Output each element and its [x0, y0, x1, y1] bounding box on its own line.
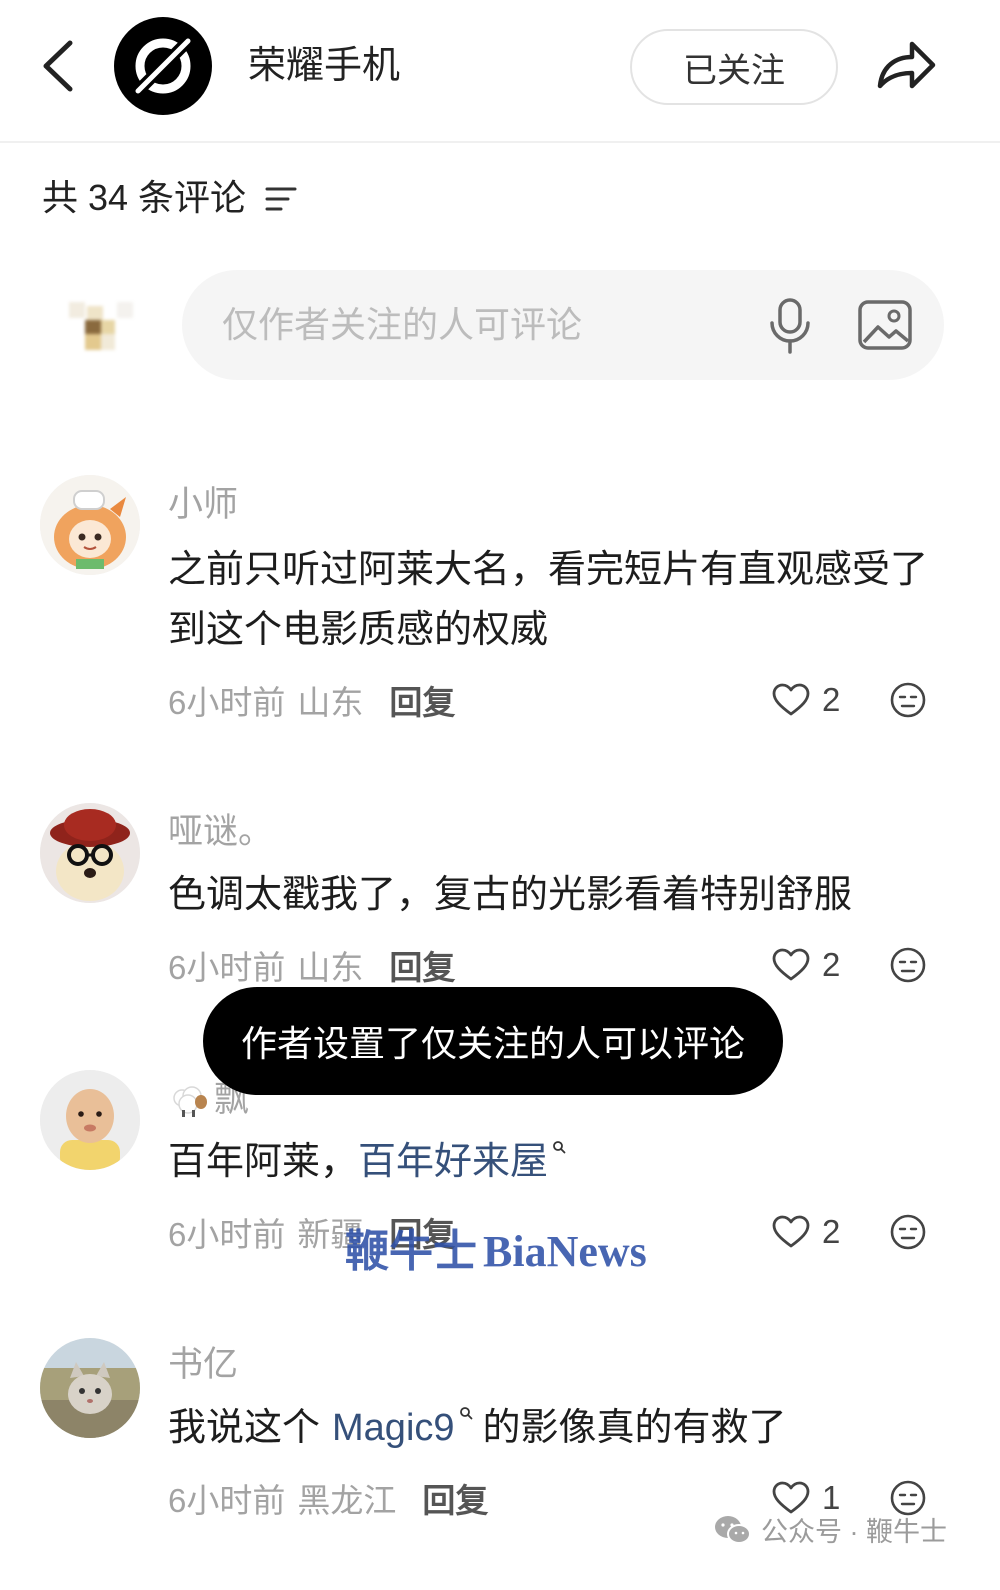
avatar[interactable] — [40, 803, 140, 903]
account-avatar[interactable] — [114, 17, 212, 115]
emoji-face-icon — [889, 1213, 927, 1251]
back-arrow-icon — [38, 38, 78, 94]
share-icon — [874, 36, 938, 94]
comment-location: 黑龙江 — [297, 1482, 397, 1519]
comment-item: 小师 之前只听过阿莱大名，看完短片有直观感受了 到这个电影质感的权威 6小时前 … — [0, 475, 1000, 725]
author-name: 小师 — [168, 485, 239, 524]
heart-icon — [772, 683, 810, 717]
like-count: 2 — [822, 681, 841, 718]
reply-button[interactable]: 回复 — [389, 676, 455, 724]
emoji-reaction-button[interactable] — [889, 681, 927, 719]
honor-logo-icon — [114, 17, 212, 115]
comment-text: 百年阿莱，百年好来屋 — [168, 1132, 566, 1192]
comment-author[interactable]: 小师 — [168, 485, 238, 525]
author-name: 书亿 — [168, 1345, 239, 1384]
avatar[interactable] — [40, 1070, 140, 1170]
comment-text-segment: 百年阿莱， — [168, 1141, 359, 1183]
comment-time: 6小时前 — [168, 949, 286, 986]
emoji-face-icon — [889, 946, 927, 984]
toast-message: 作者设置了仅关注的人可以评论 — [203, 987, 783, 1095]
share-button[interactable] — [874, 36, 938, 94]
comment-item: 书亿 我说这个 Magic9 的影像真的有救了 6小时前 黑龙江 回复 1 — [0, 1338, 1000, 1588]
watermark-cn: 鞭牛士 — [345, 1227, 477, 1276]
like-button[interactable]: 2 — [772, 1210, 840, 1254]
voice-input-button[interactable] — [768, 298, 812, 354]
comment-text: 色调太戳我了，复古的光影看着特别舒服 — [168, 865, 852, 925]
comment-count: 共 34 条评论 — [42, 177, 247, 218]
avatar[interactable] — [40, 475, 140, 575]
comment-text-segment: 的影像真的有救了 — [482, 1407, 787, 1449]
image-upload-button[interactable] — [858, 300, 912, 350]
emoji-face-icon — [889, 681, 927, 719]
comment-input-placeholder: 仅作者关注的人可评论 — [222, 304, 583, 345]
header-divider — [0, 141, 1000, 143]
search-suggestion-icon — [552, 1140, 566, 1154]
author-name: 哑谜。 — [168, 812, 274, 851]
microphone-icon — [768, 298, 812, 354]
watermark-overlay: 鞭牛士 BiaNews — [345, 1224, 647, 1280]
comment-author[interactable]: 哑谜。 — [168, 812, 273, 852]
comment-text-line: 之前只听过阿莱大名，看完短片有直观感受了 — [168, 549, 929, 591]
sort-filter-icon — [264, 184, 298, 214]
wechat-icon — [713, 1513, 753, 1547]
image-icon — [858, 300, 912, 350]
account-name[interactable]: 荣耀手机 — [248, 40, 400, 92]
search-link[interactable]: Magic9 — [332, 1407, 473, 1449]
emoji-reaction-button[interactable] — [889, 946, 927, 984]
watermark-footer-text: 公众号 · 鞭牛士 — [761, 1517, 947, 1547]
comment-location: 山东 — [297, 949, 364, 986]
search-link-text: 百年好来屋 — [358, 1141, 549, 1183]
follow-button[interactable]: 已关注 — [630, 29, 838, 105]
like-button[interactable]: 2 — [772, 943, 840, 987]
search-link[interactable]: 百年好来屋 — [358, 1141, 566, 1183]
emoji-reaction-button[interactable] — [889, 1213, 927, 1251]
comment-meta: 6小时前 黑龙江 回复 — [168, 1476, 488, 1520]
comment-time: 6小时前 — [168, 1482, 286, 1519]
comment-meta: 6小时前 山东 回复 — [168, 943, 455, 987]
back-button[interactable] — [38, 38, 78, 94]
heart-icon — [772, 948, 810, 982]
comment-location: 山东 — [297, 684, 364, 721]
comment-text-line: 到这个电影质感的权威 — [168, 609, 549, 651]
reply-button[interactable]: 回复 — [389, 941, 455, 989]
comment-item: 飘 百年阿莱，百年好来屋 6小时前 新疆 回复 2 — [0, 1070, 1000, 1320]
heart-icon — [772, 1215, 810, 1249]
like-count: 2 — [822, 1213, 841, 1250]
comment-text: 我说这个 Magic9 的影像真的有救了 — [168, 1398, 787, 1458]
watermark-en: BiaNews — [483, 1227, 647, 1276]
reply-button[interactable]: 回复 — [422, 1474, 488, 1522]
search-link-text: Magic9 — [332, 1407, 455, 1449]
like-count: 2 — [822, 946, 841, 983]
comment-text-segment: 我说这个 — [168, 1407, 321, 1449]
comment-meta: 6小时前 山东 回复 — [168, 678, 455, 722]
comment-author[interactable]: 书亿 — [168, 1345, 238, 1385]
sort-button[interactable] — [264, 184, 298, 214]
comment-time: 6小时前 — [168, 1216, 286, 1253]
comment-time: 6小时前 — [168, 684, 286, 721]
current-user-avatar — [55, 280, 147, 372]
sheep-emoji-icon — [168, 1082, 210, 1118]
search-suggestion-icon — [459, 1406, 473, 1420]
comment-text-line: 色调太戳我了，复古的光影看着特别舒服 — [168, 874, 853, 916]
like-button[interactable]: 2 — [772, 678, 840, 722]
avatar[interactable] — [40, 1338, 140, 1438]
watermark-footer: 公众号 · 鞭牛士 — [713, 1510, 947, 1549]
comment-text: 之前只听过阿莱大名，看完短片有直观感受了 到这个电影质感的权威 — [168, 540, 928, 660]
comment-input[interactable]: 仅作者关注的人可评论 — [182, 270, 944, 380]
